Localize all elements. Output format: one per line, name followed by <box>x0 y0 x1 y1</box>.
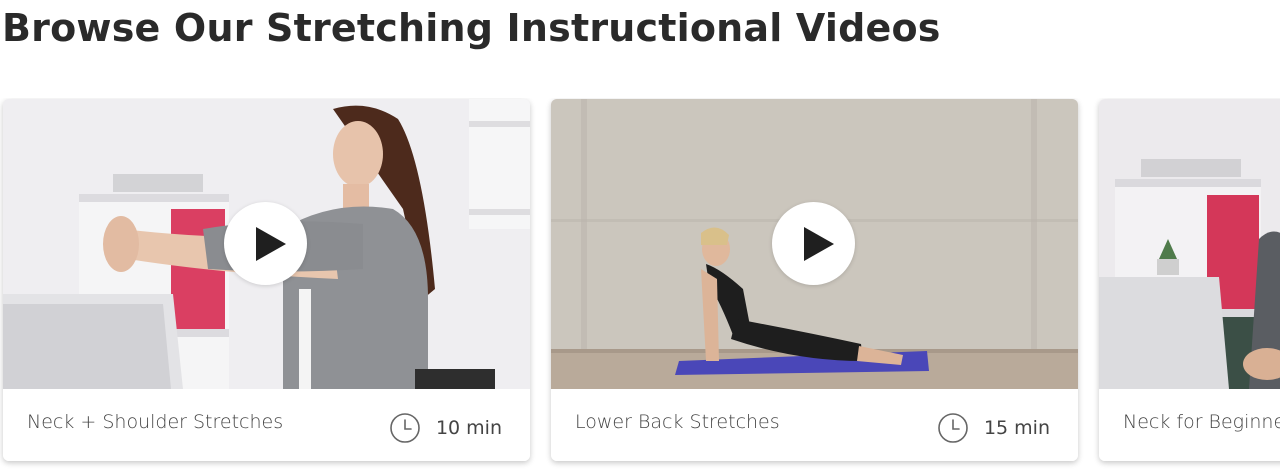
video-card[interactable]: Neck for Beginners <box>1099 99 1280 461</box>
duration-text: 15 min <box>983 417 1050 439</box>
video-title[interactable]: Neck + Shoulder Stretches <box>27 411 283 433</box>
play-icon[interactable] <box>224 202 307 285</box>
video-duration: 10 min <box>390 413 502 443</box>
video-title[interactable]: Lower Back Stretches <box>575 411 780 433</box>
video-carousel[interactable]: Neck + Shoulder Stretches 10 min Lower B… <box>0 98 1280 474</box>
thumbnail-image <box>1099 99 1280 389</box>
card-footer: Lower Back Stretches 15 min <box>551 389 1078 461</box>
card-footer: Neck for Beginners <box>1099 389 1280 461</box>
play-icon[interactable] <box>772 202 855 285</box>
video-title[interactable]: Neck for Beginners <box>1123 411 1280 433</box>
video-card[interactable]: Neck + Shoulder Stretches 10 min <box>3 99 530 461</box>
page-title: Browse Our Stretching Instructional Vide… <box>2 6 941 50</box>
clock-icon <box>390 413 420 443</box>
video-thumbnail[interactable] <box>3 99 530 389</box>
video-thumbnail[interactable] <box>1099 99 1280 389</box>
video-thumbnail[interactable] <box>551 99 1078 389</box>
clock-icon <box>938 413 968 443</box>
video-card[interactable]: Lower Back Stretches 15 min <box>551 99 1078 461</box>
card-footer: Neck + Shoulder Stretches 10 min <box>3 389 530 461</box>
duration-text: 10 min <box>435 417 502 439</box>
video-duration: 15 min <box>938 413 1050 443</box>
